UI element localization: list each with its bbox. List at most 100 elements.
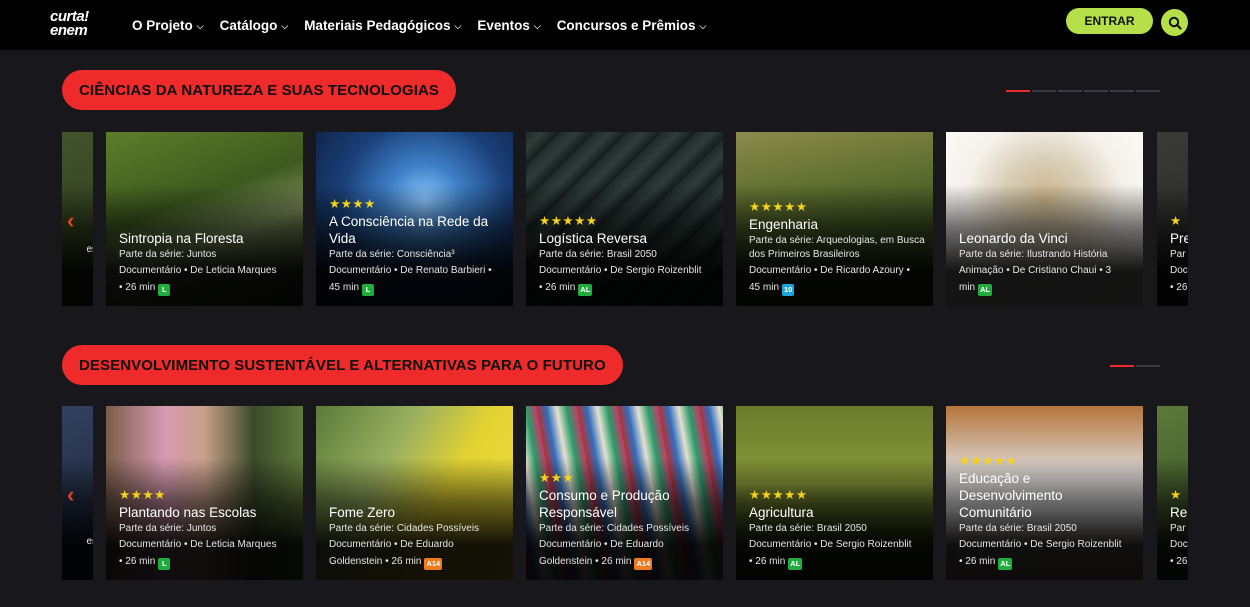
main-menu: O Projeto ⌵ Catálogo ⌵ Materiais Pedagógic… xyxy=(132,0,706,50)
card-meta: Animação • De Cristiano Chaui • 3 xyxy=(959,265,1112,276)
card-series: Parte da série: Juntos xyxy=(119,523,217,534)
video-card[interactable]: Leonardo da Vinci Parte da série: Ilustr… xyxy=(946,132,1143,306)
card-meta: Documentário • De Leticia Marques xyxy=(119,265,277,276)
card-title: Educação e Desenvolvimento Comunitário xyxy=(959,471,1063,520)
chevron-down-icon: ⌵ xyxy=(196,20,204,31)
nav-item-label: Catálogo xyxy=(219,17,278,33)
nav-item-label: O Projeto xyxy=(132,17,193,33)
card-duration: min xyxy=(959,282,976,293)
nav-item-materiais[interactable]: Materiais Pedagógicos ⌵ xyxy=(304,18,461,33)
age-rating-badge: A14 xyxy=(424,558,443,570)
card-meta: Doc xyxy=(1170,265,1188,276)
rating-stars: ★★★★ xyxy=(329,197,376,211)
rating-stars: ★ xyxy=(1170,214,1182,228)
age-rating-badge: 10 xyxy=(782,284,795,296)
age-rating-badge: L xyxy=(158,284,171,296)
nav-item-projeto[interactable]: O Projeto ⌵ xyxy=(132,18,204,33)
age-rating-badge: AL xyxy=(978,284,993,296)
card-title: Consumo e Produção Responsável xyxy=(539,488,670,520)
carousel-pager xyxy=(1006,90,1160,92)
video-card[interactable]: ★★★ Consumo e Produção Responsável Parte… xyxy=(526,406,723,580)
card-partial-right[interactable]: ★ Re Par Doc • 26 xyxy=(1157,406,1188,580)
video-card[interactable]: ★★★★★ Educação e Desenvolvimento Comunit… xyxy=(946,406,1143,580)
card-title: Logística Reversa xyxy=(539,231,648,246)
search-button[interactable] xyxy=(1161,9,1188,36)
nav-item-label: Concursos e Prêmios xyxy=(556,17,696,33)
rating-stars: ★★★★★ xyxy=(749,200,808,214)
card-series: Parte da série: Arqueologias, em Busca d… xyxy=(749,235,925,260)
video-card[interactable]: Fome Zero Parte da série: Cidades Possív… xyxy=(316,406,513,580)
pager-dot[interactable] xyxy=(1136,90,1160,92)
card-meta: Documentário • De Eduardo xyxy=(329,539,454,550)
rating-stars: ★★★ xyxy=(539,471,575,485)
card-duration: • 26 min xyxy=(959,556,996,567)
nav-item-eventos[interactable]: Eventos ⌵ xyxy=(477,18,540,33)
card-title: Sintropia na Floresta xyxy=(119,231,244,246)
video-card[interactable]: ★★★★ Plantando nas Escolas Parte da séri… xyxy=(106,406,303,580)
age-rating-badge: AL xyxy=(998,558,1013,570)
card-series: Parte da série: Juntos xyxy=(119,249,217,260)
card-title: Agricultura xyxy=(749,505,814,520)
card-duration: 45 min xyxy=(329,282,360,293)
card-title: Pre xyxy=(1170,231,1188,246)
card-meta: Documentário • De Sergio Roizenblit xyxy=(539,265,702,276)
section-title-desenvolvimento: DESENVOLVIMENTO SUSTENTÁVEL E ALTERNATIV… xyxy=(62,345,623,385)
pager-dot[interactable] xyxy=(1110,365,1134,367)
top-nav: curta! enem O Projeto ⌵ Catálogo ⌵ Materia… xyxy=(0,0,1250,50)
logo-line-2: enem xyxy=(50,22,88,39)
age-rating-badge: L xyxy=(362,284,375,296)
card-meta: Documentário • De Eduardo xyxy=(539,539,664,550)
card-meta: Documentário • De Sergio Roizenblit xyxy=(959,539,1122,550)
card-title: Re xyxy=(1170,505,1188,520)
pager-dot[interactable] xyxy=(1136,365,1160,367)
card-title: Plantando nas Escolas xyxy=(119,505,257,520)
card-duration: • 26 min xyxy=(119,556,156,567)
card-title: Leonardo da Vinci xyxy=(959,231,1068,246)
card-series: Parte da série: Brasil 2050 xyxy=(539,249,657,260)
carousel-prev-arrow[interactable]: ‹ xyxy=(67,482,74,508)
card-meta: Documentário • De Sergio Roizenblit xyxy=(749,539,912,550)
card-meta: Documentário • De Renato Barbieri • xyxy=(329,265,492,276)
rating-stars: ★★★★★ xyxy=(539,214,598,228)
site-logo[interactable]: curta! enem xyxy=(50,9,112,39)
chevron-down-icon: ⌵ xyxy=(281,20,289,31)
video-card[interactable]: ★★★★★ Engenharia Parte da série: Arqueol… xyxy=(736,132,933,306)
login-button[interactable]: ENTRAR xyxy=(1066,8,1153,34)
card-meta: es xyxy=(86,244,93,255)
card-duration: • 26 min xyxy=(539,282,576,293)
card-series: Par xyxy=(1170,523,1186,534)
card-partial-right[interactable]: ★ Pre Par Doc • 26 xyxy=(1157,132,1188,306)
rating-stars: ★★★★ xyxy=(119,488,166,502)
pager-dot[interactable] xyxy=(1110,90,1134,92)
video-card[interactable]: ★★★★★ Logística Reversa Parte da série: … xyxy=(526,132,723,306)
nav-item-label: Materiais Pedagógicos xyxy=(304,17,451,33)
card-title: Fome Zero xyxy=(329,505,396,520)
card-duration: • 26 xyxy=(1170,282,1188,293)
video-card[interactable]: Sintropia na Floresta Parte da série: Ju… xyxy=(106,132,303,306)
pager-dot[interactable] xyxy=(1032,90,1056,92)
pager-dot[interactable] xyxy=(1058,90,1082,92)
card-duration: Goldenstein • 26 min xyxy=(539,556,632,567)
rating-stars: ★★★★★ xyxy=(749,488,808,502)
card-meta: Doc xyxy=(1170,539,1188,550)
card-series: Parte da série: Cidades Possíveis xyxy=(329,523,480,534)
card-series: Parte da série: Cidades Possíveis xyxy=(539,523,690,534)
pager-dot[interactable] xyxy=(1084,90,1108,92)
age-rating-badge: AL xyxy=(788,558,803,570)
rating-stars: ★★★★★ xyxy=(959,454,1018,468)
pager-dot[interactable] xyxy=(1006,90,1030,92)
carousel-prev-arrow[interactable]: ‹ xyxy=(67,208,74,234)
card-duration: • 26 xyxy=(1170,556,1188,567)
nav-item-concursos[interactable]: Concursos e Prêmios ⌵ xyxy=(557,18,707,33)
carousel-row: es ‹ Sintropia na Floresta Parte da séri… xyxy=(62,132,1188,306)
section-title-ciencias: CIÊNCIAS DA NATUREZA E SUAS TECNOLOGIAS xyxy=(62,70,457,110)
chevron-down-icon: ⌵ xyxy=(699,20,707,31)
card-series: Par xyxy=(1170,249,1186,260)
card-series: Parte da série: Brasil 2050 xyxy=(959,523,1077,534)
video-card[interactable]: ★★★★★ Agricultura Parte da série: Brasil… xyxy=(736,406,933,580)
card-meta: Documentário • De Leticia Marques xyxy=(119,539,277,550)
nav-item-catalogo[interactable]: Catálogo ⌵ xyxy=(220,18,289,33)
search-icon xyxy=(1168,16,1182,30)
video-card[interactable]: ★★★★ A Consciência na Rede da Vida Parte… xyxy=(316,132,513,306)
card-meta: Documentário • De Ricardo Azoury • xyxy=(749,265,910,276)
